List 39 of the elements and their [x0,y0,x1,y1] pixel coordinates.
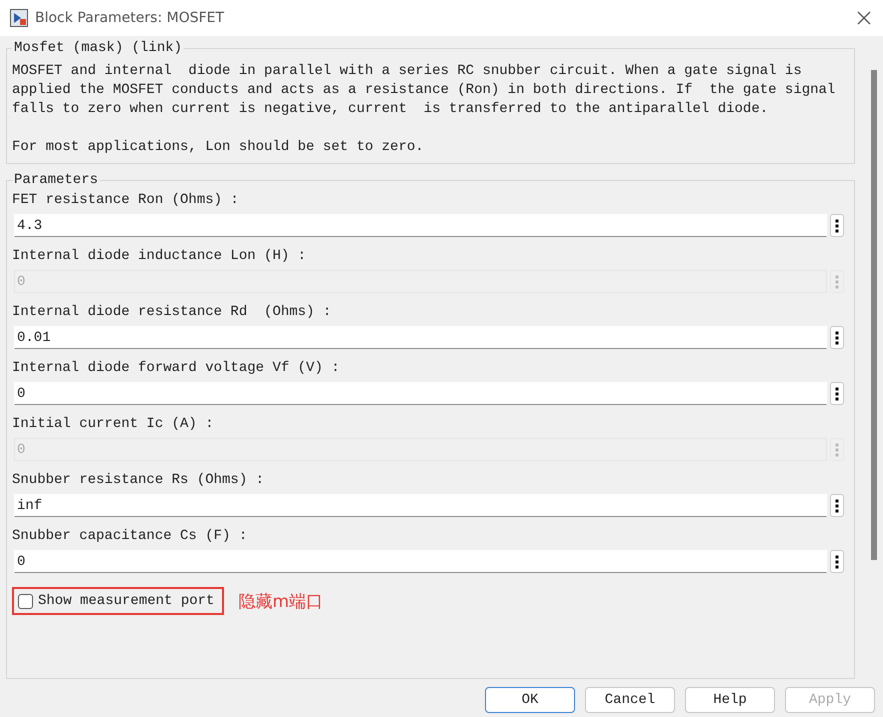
parameter-field[interactable]: 0 [14,550,827,573]
group-title: Mosfet (mask) (link) [13,40,184,56]
parameter-label: Initial current Ic (A) : [12,416,215,434]
scrollbar-thumb[interactable] [871,70,877,560]
parameter-label: Snubber capacitance Cs (F) : [12,528,248,546]
more-icon [835,274,839,288]
more-icon [835,386,839,400]
window-title: Block Parameters: MOSFET [35,10,226,26]
checkbox-label: Show measurement port [38,593,214,609]
parameter-label: Snubber resistance Rs (Ohms) : [12,472,266,490]
more-icon [835,330,839,344]
more-button[interactable] [830,550,844,573]
parameter-label: Internal diode resistance Rd (Ohms) : [12,304,332,322]
more-icon [835,498,839,512]
more-icon [835,442,839,456]
close-icon [855,9,873,27]
dialog-button[interactable]: OK [485,687,575,713]
parameter-label: Internal diode inductance Lon (H) : [12,248,308,266]
parameter-label: Internal diode forward voltage Vf (V) : [12,360,341,378]
more-button[interactable] [830,382,844,405]
more-icon [835,554,839,568]
parameter-field[interactable]: 4.3 [14,214,827,237]
annotation-text: 隐藏m端口 [238,590,323,612]
more-button[interactable] [830,326,844,349]
description-text: For most applications, Lon should be set to zero. [12,138,425,157]
more-button[interactable] [830,494,844,517]
more-button[interactable] [830,214,844,237]
checkbox[interactable] [18,594,33,608]
more-icon [835,218,839,232]
parameter-field[interactable]: inf [14,494,827,517]
group-title: Parameters [13,172,100,188]
parameter-field[interactable]: 0 [14,382,827,405]
dialog-button[interactable]: Cancel [585,687,675,713]
close-button[interactable] [855,9,873,27]
parameter-label: FET resistance Ron (Ohms) : [12,192,240,210]
parameter-field[interactable]: 0.01 [14,326,827,349]
dialog-button[interactable]: Help [685,687,775,713]
block-icon [10,9,28,27]
description-text: MOSFET and internal diode in parallel with a series RC snubber circuit. When a gate signal is applied the MOSFET conducts and acts as a resistance (Ron) in both directions. If the gate signal falls to zero when current is negative, current is transferred to the antiparallel diode. [12,62,836,119]
